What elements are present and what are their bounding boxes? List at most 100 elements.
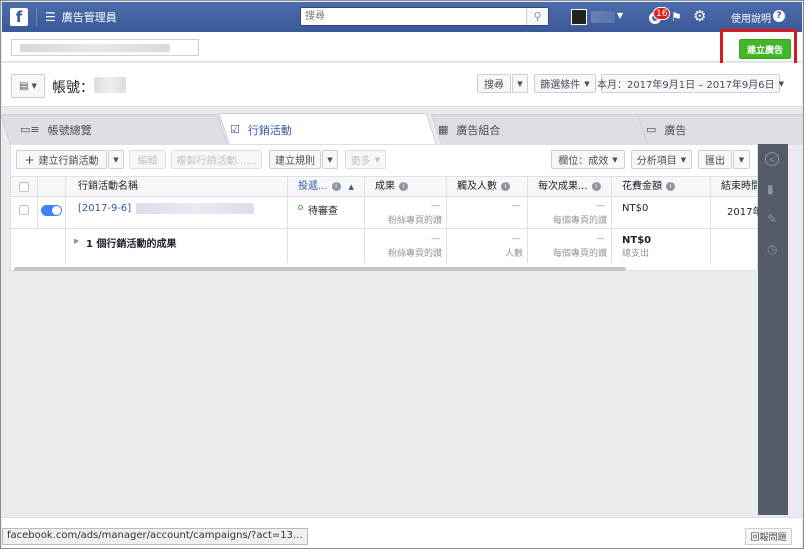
spent-cell: NT$0 (612, 197, 711, 228)
select-all-checkbox[interactable] (19, 182, 29, 192)
tab-label: 行銷活動 (247, 123, 292, 137)
summary-row: ▶ 1 個行銷活動的成果 — 粉絲專頁的讚 — 人數 — 每個專頁的讚 NT$0… (11, 230, 757, 263)
create-ad-button[interactable]: 建立廣告 (739, 39, 791, 59)
create-rule-label: 建立規則 (275, 156, 315, 167)
sort-asc-icon[interactable]: ▲ (349, 183, 354, 191)
column-header-end-time[interactable]: 結束時間 (711, 177, 757, 197)
create-campaign-button[interactable]: + 建立行銷活動 (16, 150, 107, 169)
column-header-delivery[interactable]: 投遞... i ▲ (288, 177, 365, 197)
campaign-toggle[interactable] (41, 205, 62, 216)
info-icon[interactable]: i (501, 181, 510, 191)
summary-end-cell (711, 230, 757, 263)
edit-label: 編輯 (137, 156, 158, 167)
spent-value: NT$0 (622, 203, 649, 214)
tab-label: 帳號總覽 (47, 123, 92, 137)
tab-ad-sets[interactable]: ▦ 廣告組合 (424, 114, 624, 145)
end-time-cell: 2017年 (711, 197, 762, 228)
search-input[interactable] (301, 8, 526, 25)
column-header-name[interactable]: 行銷活動名稱 (66, 177, 288, 197)
date-range-picker[interactable]: 本月：2017年9月1日 – 2017年9月6日 ▼ (597, 74, 784, 93)
columns-button[interactable]: 欄位：成效 ▼ (551, 150, 625, 169)
more-label: 更多 (350, 156, 371, 167)
summary-delivery-cell (288, 230, 365, 263)
pencil-icon[interactable]: ✎ (767, 212, 777, 226)
duplicate-campaign-button[interactable]: 複製行銷活動…… (171, 150, 262, 169)
account-menu-button[interactable]: ▤ ▼ (11, 74, 45, 98)
chevron-down-icon: ▼ (113, 155, 119, 164)
right-side-rail: < ▮ ✎ ◷ (758, 144, 788, 515)
export-dropdown[interactable]: ▼ (733, 150, 750, 169)
cost-cell: — 每個專頁的讚 (528, 197, 612, 228)
tab-ads[interactable]: ▭ 廣告 (632, 114, 792, 145)
table-row[interactable]: [2017-9-6] 待審查 — 粉絲專頁的讚 — — 每個專頁的讚 NT$0 (11, 197, 762, 229)
facebook-logo-icon[interactable]: f (10, 8, 28, 26)
summary-label: 1 個行銷活動的成果 (86, 239, 177, 250)
select-all-cell (11, 177, 38, 197)
info-icon[interactable]: i (331, 181, 341, 191)
tab-account-overview[interactable]: ▭≡ 帳號總覽 (6, 114, 206, 145)
summary-results-sub: 粉絲專頁的讚 (387, 249, 442, 259)
account-selector[interactable] (11, 39, 199, 56)
header-label: 觸及人數 (457, 181, 497, 192)
columns-label: 欄位：成效 (558, 156, 609, 167)
row-checkbox[interactable] (19, 205, 29, 215)
results-value: — (431, 201, 440, 211)
avatar[interactable] (571, 9, 587, 25)
plus-icon: + (24, 152, 35, 167)
search-filter-dropdown[interactable]: ▼ (512, 74, 528, 93)
info-icon[interactable]: i (591, 181, 601, 191)
column-header-reach[interactable]: 觸及人數 i (447, 177, 528, 197)
divider (36, 8, 37, 26)
account-selector-bar (2, 32, 802, 62)
clock-icon[interactable]: ◷ (767, 242, 777, 256)
create-campaign-dropdown[interactable]: ▼ (108, 150, 124, 169)
bar-chart-icon[interactable]: ▮ (767, 182, 774, 196)
date-range-label: 本月：2017年9月1日 – 2017年9月6日 (596, 80, 775, 91)
search-filter-button[interactable]: 搜尋 (477, 74, 511, 93)
filter-button[interactable]: 篩選條件 ▼ (534, 74, 596, 93)
create-rule-button[interactable]: 建立規則 (269, 150, 321, 169)
create-rule-dropdown[interactable]: ▼ (322, 150, 338, 169)
header-label: 結束時間 (721, 181, 757, 192)
more-button[interactable]: 更多 ▼ (345, 150, 386, 169)
hamburger-menu-icon[interactable]: ☰ (45, 10, 56, 24)
row-select-cell (11, 197, 38, 228)
column-header-results[interactable]: 成果 i (365, 177, 447, 197)
chevron-left-icon[interactable]: < (765, 152, 779, 166)
header-label: 投遞... (298, 181, 328, 192)
search-icon[interactable]: ⚲ (526, 8, 548, 25)
column-header-cost[interactable]: 每次成果... i (528, 177, 612, 197)
row-toggle-cell (38, 197, 66, 228)
horizontal-scrollbar[interactable] (14, 267, 626, 271)
caret-right-icon[interactable]: ▶ (74, 237, 79, 245)
tab-campaigns[interactable]: ☑ 行銷活動 (216, 114, 416, 145)
user-name-redacted[interactable] (591, 11, 615, 23)
chevron-down-icon[interactable]: ▼ (617, 11, 623, 20)
notification-badge: 16 (653, 7, 671, 20)
edit-button[interactable]: 編輯 (129, 150, 166, 169)
info-icon[interactable]: i (399, 181, 408, 191)
account-name-redacted (20, 44, 170, 52)
breakdown-button[interactable]: 分析項目 ▼ (631, 150, 692, 169)
campaign-name-redacted (136, 203, 254, 214)
report-problem-button[interactable]: 回報問題 (745, 528, 792, 545)
gear-icon[interactable]: ⚙ (693, 7, 706, 25)
help-link[interactable]: 使用說明 (731, 10, 771, 25)
window-frame: f ☰ 廣告管理員 ⚲ ▼ 16 ⚑ ⚙ 使用說明 ? 建立廣告 ▤ ▼ 帳號：… (0, 0, 804, 549)
app-title[interactable]: 廣告管理員 (62, 9, 117, 25)
campaign-name-link[interactable]: [2017-9-6] (78, 203, 131, 214)
duplicate-label: 複製行銷活動…… (176, 156, 257, 167)
export-button[interactable]: 匯出 (698, 150, 732, 169)
campaign-toolbar: + 建立行銷活動 ▼ 編輯 複製行銷活動…… 建立規則 ▼ 更多 ▼ 欄位：成效 ▼… (11, 145, 757, 175)
info-icon[interactable]: i (666, 181, 675, 191)
chevron-down-icon: ▼ (612, 155, 618, 164)
account-header: ▤ ▼ 帳號： 搜尋 ▼ 篩選條件 ▼ 本月：2017年9月1日 – 2017年9… (2, 63, 802, 107)
chevron-down-icon: ▼ (327, 155, 333, 164)
column-header-spent[interactable]: 花費金額 i (612, 177, 711, 197)
summary-spent-cell: NT$0 總支出 (612, 230, 711, 263)
help-icon[interactable]: ? (773, 10, 785, 22)
summary-spent-sub: 總支出 (622, 249, 650, 259)
summary-cost-sub: 每個專頁的讚 (552, 249, 607, 259)
filter-label: 篩選條件 (540, 80, 581, 91)
flag-icon[interactable]: ⚑ (671, 10, 682, 24)
